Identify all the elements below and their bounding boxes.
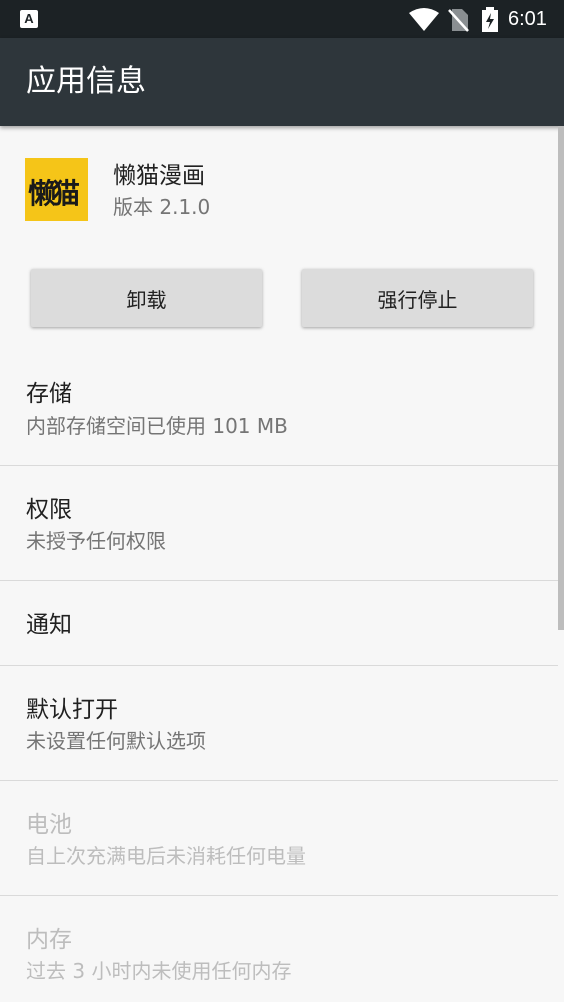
settings-row-title: 权限: [26, 497, 72, 523]
settings-row-notifications[interactable]: 通知: [0, 581, 558, 665]
scrollbar[interactable]: [558, 126, 564, 630]
settings-row-title: 存储: [26, 381, 72, 407]
no-sim-icon: [448, 9, 469, 32]
battery-charging-icon: [482, 7, 498, 32]
settings-row-subtitle: 未授予任何权限: [26, 529, 166, 553]
app-name: 懒猫漫画: [113, 163, 205, 189]
settings-row-subtitle: 未设置任何默认选项: [26, 729, 206, 753]
force-stop-button[interactable]: 强行停止: [302, 269, 533, 327]
status-clock: 6:01: [508, 8, 547, 30]
app-version: 版本 2.1.0: [113, 195, 211, 219]
page-title: 应用信息: [26, 64, 146, 99]
notification-app-icon: A: [20, 10, 38, 28]
settings-row-memory: 内存 过去 3 小时内未使用任何内存: [0, 896, 558, 1002]
app-icon: 懒猫: [25, 158, 88, 221]
app-bar: 应用信息: [0, 38, 564, 126]
settings-row-subtitle: 过去 3 小时内未使用任何内存: [26, 959, 292, 983]
uninstall-button[interactable]: 卸载: [31, 269, 262, 327]
settings-row-title: 默认打开: [26, 697, 118, 723]
app-logo-text: 懒猫: [28, 177, 80, 210]
settings-row-title: 通知: [26, 612, 72, 638]
settings-row-title: 电池: [26, 812, 72, 838]
settings-row-title: 内存: [26, 927, 72, 953]
wifi-icon: [409, 8, 439, 31]
status-bar: A 6:01: [0, 0, 564, 38]
settings-row-storage[interactable]: 存储 内部存储空间已使用 101 MB: [0, 364, 558, 465]
settings-row-battery: 电池 自上次充满电后未消耗任何电量: [0, 781, 558, 895]
settings-row-open-by-default[interactable]: 默认打开 未设置任何默认选项: [0, 666, 558, 780]
settings-row-subtitle: 自上次充满电后未消耗任何电量: [26, 844, 306, 868]
settings-row-permissions[interactable]: 权限 未授予任何权限: [0, 466, 558, 580]
settings-row-subtitle: 内部存储空间已使用 101 MB: [26, 414, 288, 438]
